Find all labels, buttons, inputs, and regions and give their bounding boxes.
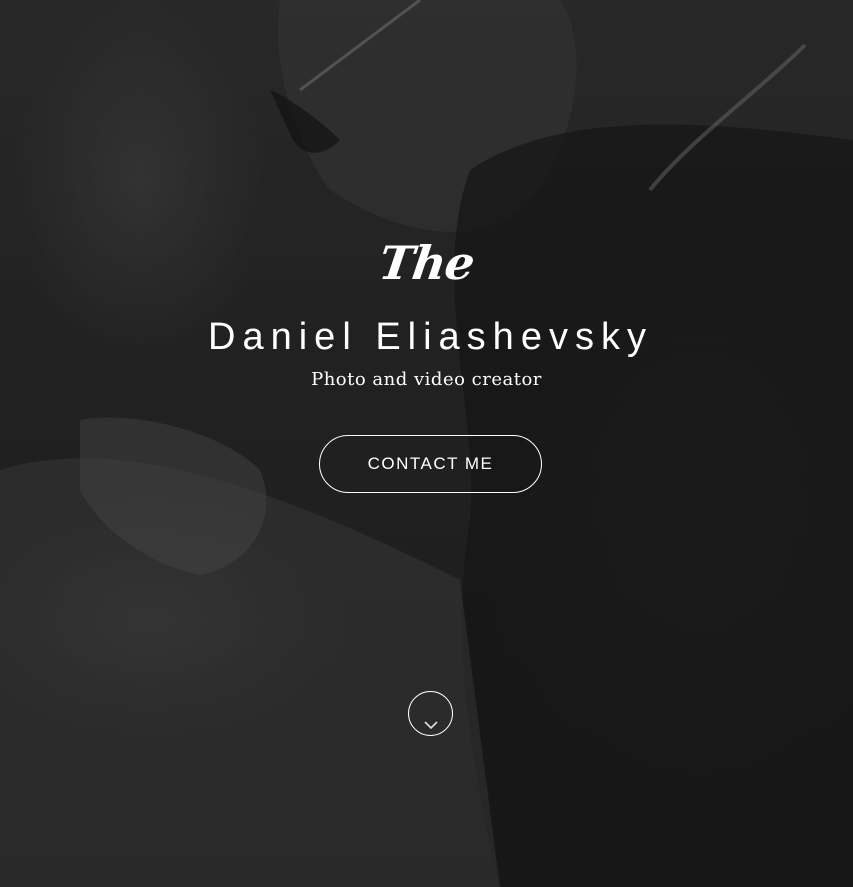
- page-subtitle: Photo and video creator: [311, 369, 542, 390]
- contact-button-label: CONTACT ME: [367, 454, 494, 473]
- contact-button[interactable]: CONTACT ME: [319, 435, 542, 493]
- chevron-down-icon: [424, 721, 438, 730]
- script-title: The: [375, 236, 478, 290]
- hero-content: The Daniel Eliashevsky Photo and video c…: [0, 0, 853, 887]
- page-title: Daniel Eliashevsky: [208, 316, 653, 358]
- scroll-down-button[interactable]: [408, 691, 453, 736]
- hero-section: The Daniel Eliashevsky Photo and video c…: [0, 0, 853, 887]
